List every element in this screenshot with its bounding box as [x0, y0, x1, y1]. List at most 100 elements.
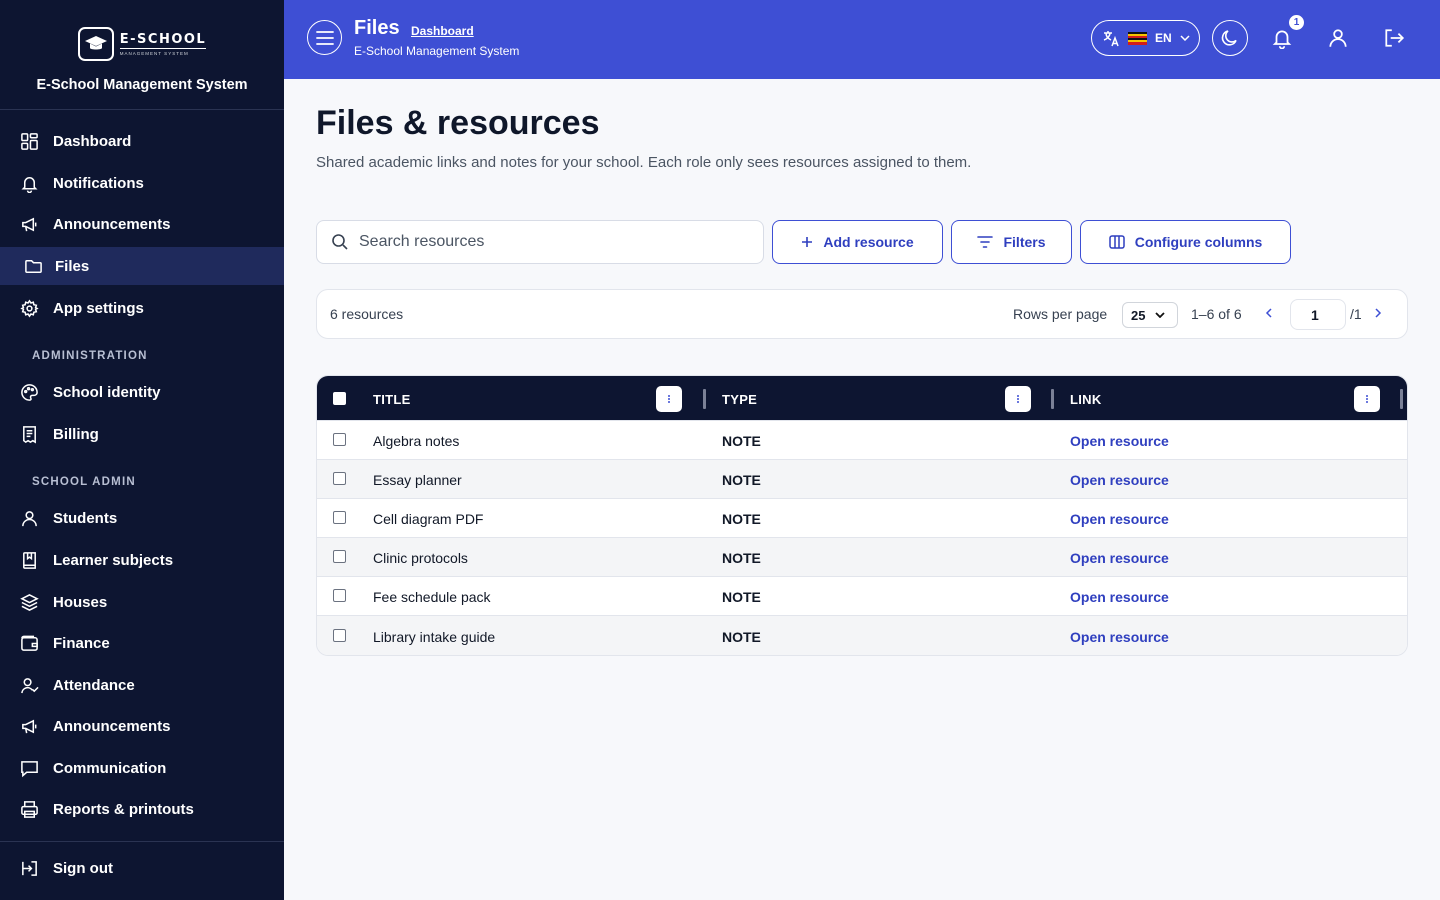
column-resize-handle[interactable] — [1051, 389, 1054, 409]
open-resource-link[interactable]: Open resource — [1070, 550, 1169, 566]
previous-page-button[interactable] — [1265, 305, 1273, 321]
sidebar: E-SCHOOL MANAGEMENT SYSTEM E-School Mana… — [0, 0, 284, 900]
select-all-checkbox[interactable] — [333, 392, 346, 405]
sidebar-item-school-identity[interactable]: School identity — [0, 373, 284, 411]
open-resource-link[interactable]: Open resource — [1070, 472, 1169, 488]
sidebar-item-announcements[interactable]: Announcements — [0, 205, 284, 243]
wallet-icon — [21, 635, 38, 651]
page-total: /1 — [1350, 306, 1362, 322]
rows-per-page-select[interactable]: 25 — [1122, 302, 1178, 328]
page-heading: Files — [354, 17, 400, 39]
configure-columns-button[interactable]: Configure columns — [1080, 220, 1291, 264]
row-checkbox[interactable] — [333, 589, 346, 602]
sidebar-item-notifications[interactable]: Notifications — [0, 164, 284, 202]
sidebar-item-houses[interactable]: Houses — [0, 583, 284, 621]
sign-out-label: Sign out — [53, 859, 113, 877]
folder-icon — [25, 259, 42, 273]
chevron-down-icon — [1180, 35, 1190, 41]
sign-out-button[interactable]: Sign out — [0, 849, 284, 887]
breadcrumb-dashboard[interactable]: Dashboard — [411, 24, 474, 38]
sidebar-item-label: Finance — [53, 634, 110, 652]
sidebar-item-billing[interactable]: Billing — [0, 415, 284, 453]
menu-toggle-button[interactable] — [307, 20, 342, 55]
columns-icon — [1108, 235, 1125, 249]
rows-per-page-label: Rows per page — [1013, 306, 1108, 322]
table-row[interactable]: Algebra notes NOTE Open resource — [317, 420, 1407, 459]
chevron-right-icon — [1375, 308, 1382, 318]
sidebar-item-reports[interactable]: Reports & printouts — [0, 790, 284, 828]
resources-table: TITLE TYPE LINK Algebra notes NOTE Open … — [316, 375, 1408, 656]
column-header-type[interactable]: TYPE — [722, 392, 757, 407]
sidebar-item-communication[interactable]: Communication — [0, 749, 284, 787]
user-icon — [22, 510, 37, 526]
pagination-bar: 6 resources Rows per page 25 1–6 of 6 1 … — [316, 289, 1408, 339]
logout-button[interactable] — [1381, 25, 1407, 51]
open-resource-link[interactable]: Open resource — [1070, 629, 1169, 645]
theme-toggle-button[interactable] — [1212, 20, 1248, 56]
open-resource-link[interactable]: Open resource — [1070, 589, 1169, 605]
sidebar-item-students[interactable]: Students — [0, 499, 284, 537]
cell-type: NOTE — [722, 589, 761, 605]
sidebar-item-files[interactable]: Files — [0, 247, 284, 285]
logo[interactable]: E-SCHOOL MANAGEMENT SYSTEM — [77, 27, 207, 61]
row-checkbox[interactable] — [333, 472, 346, 485]
user-icon — [1329, 29, 1347, 47]
cell-title: Clinic protocols — [373, 550, 468, 566]
table-row[interactable]: Library intake guide NOTE Open resource — [317, 615, 1407, 655]
sidebar-item-attendance[interactable]: Attendance — [0, 666, 284, 704]
uganda-flag-icon — [1128, 31, 1147, 45]
sign-out-icon — [22, 860, 37, 876]
sidebar-item-dashboard[interactable]: Dashboard — [0, 122, 284, 160]
graduation-cap-icon — [77, 27, 114, 61]
sidebar-item-app-settings[interactable]: App settings — [0, 289, 284, 327]
row-checkbox[interactable] — [333, 629, 346, 642]
kebab-icon — [1017, 394, 1019, 404]
notification-badge: 1 — [1289, 15, 1304, 30]
sidebar-item-school-announcements[interactable]: Announcements — [0, 707, 284, 745]
filters-label: Filters — [1003, 234, 1046, 250]
page-number-input[interactable]: 1 — [1290, 299, 1346, 330]
sidebar-item-label: Announcements — [53, 717, 171, 735]
cell-type: NOTE — [722, 629, 761, 645]
logo-text: E-SCHOOL — [119, 32, 207, 49]
column-menu-button[interactable] — [656, 386, 682, 412]
page-range: 1–6 of 6 — [1191, 306, 1242, 322]
column-header-title[interactable]: TITLE — [373, 392, 411, 407]
search-input[interactable] — [359, 233, 739, 251]
table-row[interactable]: Cell diagram PDF NOTE Open resource — [317, 498, 1407, 537]
next-page-button[interactable] — [1374, 305, 1382, 321]
sidebar-item-label: Billing — [53, 425, 99, 443]
open-resource-link[interactable]: Open resource — [1070, 433, 1169, 449]
profile-button[interactable] — [1325, 25, 1351, 51]
column-resize-handle[interactable] — [703, 389, 706, 409]
logo-subtext: MANAGEMENT SYSTEM — [119, 51, 189, 56]
open-resource-link[interactable]: Open resource — [1070, 511, 1169, 527]
sidebar-item-finance[interactable]: Finance — [0, 624, 284, 662]
column-header-link[interactable]: LINK — [1070, 392, 1102, 407]
language-code: EN — [1155, 31, 1172, 45]
rows-per-page-value: 25 — [1131, 307, 1146, 323]
notifications-button[interactable] — [1269, 25, 1295, 51]
sidebar-item-learner-subjects[interactable]: Learner subjects — [0, 541, 284, 579]
row-checkbox[interactable] — [333, 433, 346, 446]
table-row[interactable]: Essay planner NOTE Open resource — [317, 459, 1407, 498]
megaphone-icon — [22, 719, 37, 733]
sidebar-item-label: Students — [53, 509, 118, 527]
sidebar-item-label: Announcements — [53, 215, 171, 233]
configure-columns-label: Configure columns — [1134, 234, 1263, 250]
language-selector[interactable]: EN — [1091, 20, 1200, 56]
row-checkbox[interactable] — [333, 550, 346, 563]
column-resize-handle[interactable] — [1400, 389, 1403, 409]
row-checkbox[interactable] — [333, 511, 346, 524]
column-menu-button[interactable] — [1005, 386, 1031, 412]
cell-type: NOTE — [722, 472, 761, 488]
column-menu-button[interactable] — [1354, 386, 1380, 412]
filter-icon — [977, 236, 994, 248]
add-resource-button[interactable]: Add resource — [772, 220, 943, 264]
filters-button[interactable]: Filters — [951, 220, 1072, 264]
moon-icon — [1221, 30, 1237, 46]
table-row[interactable]: Fee schedule pack NOTE Open resource — [317, 576, 1407, 615]
sidebar-item-label: Houses — [53, 593, 108, 611]
table-row[interactable]: Clinic protocols NOTE Open resource — [317, 537, 1407, 576]
cell-type: NOTE — [722, 433, 761, 449]
